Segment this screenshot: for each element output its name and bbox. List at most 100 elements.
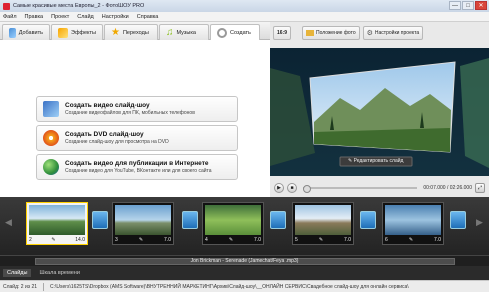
slide-thumbnail[interactable]: 5 ✎ 7.0 [292, 202, 354, 245]
main-tabs: Добавить Эффекты ★ Переходы ♫ Музыка Соз… [0, 22, 270, 40]
aspect-ratio-button[interactable]: 16:9 [273, 26, 291, 40]
tab-effects[interactable]: Эффекты [51, 24, 103, 40]
music-track: Jon Brickman - Serenade (Jamechat/Feya .… [0, 255, 489, 266]
edit-slide-icon[interactable]: ✎ [51, 237, 55, 243]
tab-slides[interactable]: Слайды [3, 269, 32, 277]
slide-number: 3 [115, 236, 118, 243]
menu-help[interactable]: Справка [137, 14, 159, 20]
slide-timeline: ◀ 2 ✎ 14.0 3 ✎ 7.0 4 ✎ 7.0 5 ✎ 7.0 6 ✎ 7.0 ▶ [0, 197, 489, 255]
left-panel: Добавить Эффекты ★ Переходы ♫ Музыка Соз… [0, 22, 270, 197]
slide-duration: 14.0 [75, 236, 85, 243]
seek-slider[interactable] [303, 185, 418, 193]
music-clip[interactable]: Jon Brickman - Serenade (Jamechat/Feya .… [34, 257, 455, 265]
tab-timeline[interactable]: Шкала времени [35, 269, 83, 277]
transition-thumbnail[interactable] [182, 211, 198, 229]
slide-thumbnail[interactable]: 4 ✎ 7.0 [202, 202, 264, 245]
tab-add[interactable]: Добавить [2, 24, 50, 40]
edit-slide-icon[interactable]: ✎ [229, 237, 233, 243]
create-dvd-button[interactable]: Создать DVD слайд-шоу Создание слайд-шоу… [36, 125, 238, 151]
preview-panel: 16:9 Положение фото ⚙ Настройки проекта [270, 22, 489, 197]
status-divider [43, 282, 45, 291]
edit-slide-icon[interactable]: ✎ [409, 237, 413, 243]
tab-transitions[interactable]: ★ Переходы [104, 24, 158, 40]
music-note-icon: ♫ [166, 26, 174, 38]
transition-thumbnail[interactable] [360, 211, 376, 229]
preview-screen: ✎ Редактировать слайд [270, 48, 489, 176]
create-video-button[interactable]: Создать видео слайд-шоу Создание видеофа… [36, 96, 238, 122]
disc-create-icon [217, 27, 227, 38]
option-title: Создать видео слайд-шоу [65, 102, 150, 109]
option-title: Создать видео для публикации в Интернете [65, 160, 209, 167]
slide-counter: Слайд: 2 из 21 [3, 283, 38, 290]
transition-thumbnail[interactable] [270, 211, 286, 229]
window-controls: — □ ✕ [449, 1, 487, 10]
slide-number: 2 [29, 236, 32, 243]
window-title: Самые красивые места Европы_2 - ФотоШОУ … [13, 3, 145, 9]
slide-image [115, 205, 171, 235]
preview-toolbar: 16:9 Положение фото ⚙ Настройки проекта [270, 22, 489, 44]
playback-controls: ▶ ■ 00:07.000 / 02:26.000 ⤢ [270, 179, 489, 197]
slide-image [205, 205, 261, 235]
slide-duration: 7.0 [344, 236, 351, 243]
scroll-right-arrow-icon[interactable]: ▶ [476, 217, 483, 228]
slide-thumbnail[interactable]: 6 ✎ 7.0 [382, 202, 444, 245]
slide-image [295, 205, 351, 235]
slide-duration: 7.0 [164, 236, 171, 243]
dvd-disc-icon [43, 130, 59, 146]
settings-gear-icon: ⚙ [366, 30, 373, 37]
minimize-button[interactable]: — [449, 1, 461, 10]
transition-thumbnail[interactable] [92, 211, 108, 229]
slide-preview-image [270, 48, 489, 176]
menu-edit[interactable]: Правка [25, 14, 44, 20]
create-panel: Создать видео слайд-шоу Создание видеофа… [0, 40, 270, 197]
music-title: Jon Brickman - Serenade (Jamechat/Feya .… [190, 258, 299, 264]
edit-slide-icon[interactable]: ✎ [319, 237, 323, 243]
photo-position-icon [306, 30, 314, 36]
menu-slide[interactable]: Слайд [77, 14, 94, 20]
photo-position-button[interactable]: Положение фото [302, 26, 360, 40]
menu-project[interactable]: Проект [51, 14, 69, 20]
edit-slide-icon[interactable]: ✎ [139, 237, 143, 243]
slide-duration: 7.0 [434, 236, 441, 243]
slide-number: 4 [205, 236, 208, 243]
scroll-left-arrow-icon[interactable]: ◀ [5, 217, 12, 228]
video-file-icon [43, 101, 59, 117]
slide-duration: 7.0 [254, 236, 261, 243]
tab-label: Эффекты [70, 29, 96, 36]
button-label: Положение фото [316, 30, 356, 36]
fullscreen-icon: ⤢ [477, 185, 482, 191]
edit-slide-button[interactable]: ✎ Редактировать слайд [348, 158, 403, 164]
tab-create[interactable]: Создать [210, 24, 260, 40]
project-settings-button[interactable]: ⚙ Настройки проекта [362, 26, 424, 40]
tab-label: Переходы [122, 29, 149, 36]
stop-button[interactable]: ■ [287, 183, 297, 193]
menu-file[interactable]: Файл [3, 14, 17, 20]
tab-music[interactable]: ♫ Музыка [159, 24, 209, 40]
view-tabs: Слайды Шкала времени [0, 266, 489, 280]
stop-icon: ■ [290, 185, 294, 191]
play-icon: ▶ [277, 185, 281, 191]
slide-number: 5 [295, 236, 298, 243]
tab-label: Музыка [176, 29, 196, 36]
fullscreen-button[interactable]: ⤢ [475, 183, 485, 193]
title-bar: Самые красивые места Европы_2 - ФотоШОУ … [0, 0, 489, 12]
tab-label: Создать [230, 29, 251, 36]
time-display: 00:07.000 / 02:26.000 [423, 185, 472, 191]
slide-thumbnail[interactable]: 2 ✎ 14.0 [26, 202, 88, 245]
tab-label: Добавить [18, 29, 43, 36]
menu-bar: Файл Правка Проект Слайд Настройки Справ… [0, 12, 489, 22]
create-web-video-button[interactable]: Создать видео для публикации в Интернете… [36, 154, 238, 180]
close-button[interactable]: ✕ [475, 1, 487, 10]
slide-thumbnail[interactable]: 3 ✎ 7.0 [112, 202, 174, 245]
option-title: Создать DVD слайд-шоу [65, 131, 144, 138]
slide-image [29, 205, 85, 235]
menu-settings[interactable]: Настройки [102, 14, 129, 20]
maximize-button[interactable]: □ [462, 1, 474, 10]
effects-icon [58, 27, 68, 38]
star-transitions-icon: ★ [111, 26, 120, 38]
option-subtitle: Создание слайд-шоу для просмотра на DVD [65, 139, 169, 145]
transition-thumbnail[interactable] [450, 211, 466, 229]
play-button[interactable]: ▶ [274, 183, 284, 193]
status-bar: Слайд: 2 из 21 C:\Users\1625TS\Dropbox (… [0, 280, 489, 292]
project-path: C:\Users\1625TS\Dropbox (AMS Software)\В… [50, 283, 409, 290]
